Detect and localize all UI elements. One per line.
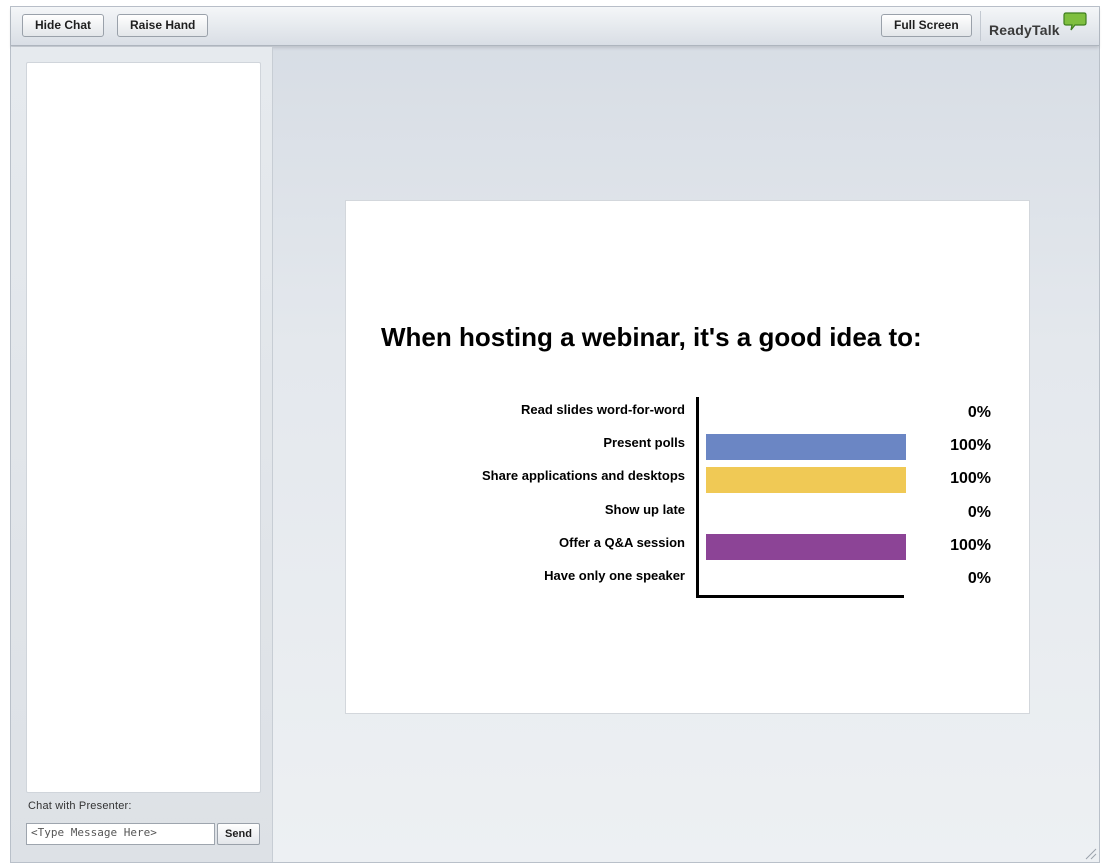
brand-name: ReadyTalk [989,22,1060,38]
chart-axis-horizontal [696,595,904,598]
poll-option-label: Present polls [603,435,685,451]
webinar-app: Hide Chat Raise Hand Full Screen ReadyTa… [10,6,1100,863]
poll-value-label: 0% [967,404,991,421]
poll-option-label: Have only one speaker [544,568,685,583]
presentation-slide: When hosting a webinar, it's a good idea… [345,200,1030,714]
raise-hand-button[interactable]: Raise Hand [117,14,209,37]
poll-option-label: Offer a Q&A session [559,534,685,550]
chat-log[interactable] [26,62,261,793]
poll-value-label: 100% [950,437,991,455]
send-button[interactable]: Send [217,823,260,845]
resize-grip-icon[interactable] [1083,846,1097,860]
poll-value-label: 100% [950,470,991,488]
poll-chart: Read slides word-for-word 0% Present polls… [346,201,1029,713]
poll-bar [706,467,906,494]
brand-logo: ReadyTalk [980,11,1089,41]
chart-axis-vertical [696,397,699,598]
poll-option-label: Read slides word-for-word [521,402,685,417]
chat-label: Chat with Presenter: [28,800,132,812]
speech-bubble-icon [1063,12,1087,31]
toolbar: Hide Chat Raise Hand Full Screen ReadyTa… [11,7,1099,46]
poll-bar [706,533,906,560]
poll-value-label: 100% [950,536,991,554]
poll-option-label: Show up late [604,501,685,517]
chat-sidebar: Chat with Presenter: <Type Message Here>… [11,47,273,862]
poll-option-label: Share applications and desktops [482,468,685,484]
chat-message-input[interactable]: <Type Message Here> [26,823,215,845]
poll-value-label: 0% [967,503,991,521]
poll-bar [706,434,906,461]
poll-value-label: 0% [967,570,991,587]
hide-chat-button[interactable]: Hide Chat [22,14,105,37]
full-screen-button[interactable]: Full Screen [881,14,972,37]
